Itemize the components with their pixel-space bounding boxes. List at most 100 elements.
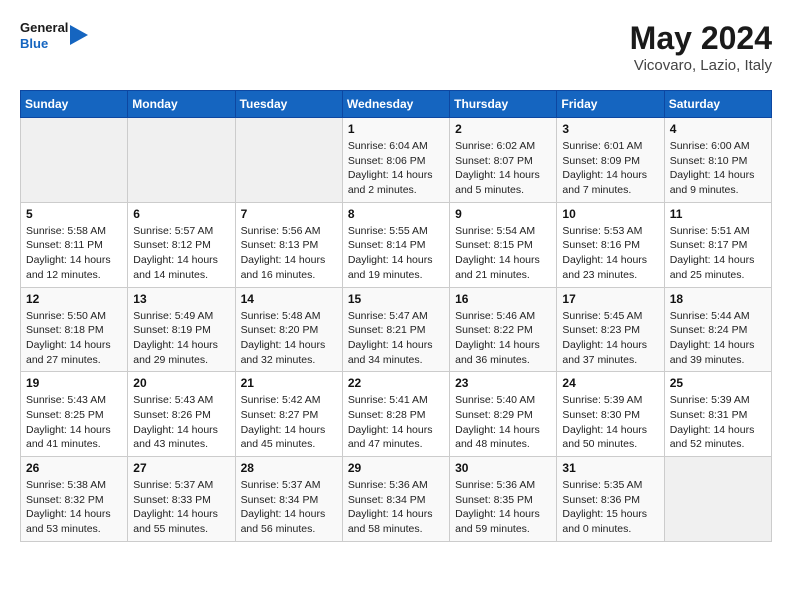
cell-info: Sunrise: 5:56 AMSunset: 8:13 PMDaylight:… — [241, 224, 337, 283]
calendar-cell: 8Sunrise: 5:55 AMSunset: 8:14 PMDaylight… — [342, 202, 449, 287]
calendar-cell: 24Sunrise: 5:39 AMSunset: 8:30 PMDayligh… — [557, 372, 664, 457]
cell-day-number: 19 — [26, 376, 122, 390]
calendar-cell — [235, 118, 342, 203]
calendar-cell: 13 Sunrise: 5:49 AMSunset: 8:19 PMDayligh… — [128, 287, 235, 372]
calendar-cell — [128, 118, 235, 203]
cell-info: Sunrise: 5:36 AMSunset: 8:34 PMDaylight:… — [348, 478, 444, 537]
cell-info: Sunrise: 5:50 AMSunset: 8:18 PMDaylight:… — [26, 309, 122, 368]
cell-info: Sunrise: 5:47 AMSunset: 8:21 PMDaylight:… — [348, 309, 444, 368]
title-block: May 2024 Vicovaro, Lazio, Italy — [630, 20, 772, 74]
cell-day-number: 7 — [241, 207, 337, 221]
cell-info: Sunrise: 5:57 AMSunset: 8:12 PMDaylight:… — [133, 224, 229, 283]
calendar-cell: 29 Sunrise: 5:36 AMSunset: 8:34 PMDayligh… — [342, 457, 449, 542]
calendar-table: SundayMondayTuesdayWednesdayThursdayFrid… — [20, 90, 772, 542]
cell-info: Sunrise: 5:42 AMSunset: 8:27 PMDaylight:… — [241, 393, 337, 452]
calendar-cell: 6 Sunrise: 5:57 AMSunset: 8:12 PMDaylight… — [128, 202, 235, 287]
cell-info: Sunrise: 5:41 AMSunset: 8:28 PMDaylight:… — [348, 393, 444, 452]
calendar-week-row: 26 Sunrise: 5:38 AMSunset: 8:32 PMDayligh… — [21, 457, 772, 542]
calendar-cell: 14Sunrise: 5:48 AMSunset: 8:20 PMDayligh… — [235, 287, 342, 372]
cell-info: Sunrise: 5:46 AMSunset: 8:22 PMDaylight:… — [455, 309, 551, 368]
cell-info: Sunrise: 5:58 AMSunset: 8:11 PMDaylight:… — [26, 224, 122, 283]
cell-info: Sunrise: 6:04 AMSunset: 8:06 PMDaylight:… — [348, 139, 444, 198]
cell-day-number: 25 — [670, 376, 766, 390]
calendar-week-row: 1Sunrise: 6:04 AMSunset: 8:06 PMDaylight… — [21, 118, 772, 203]
day-of-week-header: Tuesday — [235, 91, 342, 118]
cell-info: Sunrise: 6:02 AMSunset: 8:07 PMDaylight:… — [455, 139, 551, 198]
cell-info: Sunrise: 5:51 AMSunset: 8:17 PMDaylight:… — [670, 224, 766, 283]
cell-day-number: 4 — [670, 122, 766, 136]
cell-info: Sunrise: 5:45 AMSunset: 8:23 PMDaylight:… — [562, 309, 658, 368]
cell-day-number: 18 — [670, 292, 766, 306]
calendar-cell: 3 Sunrise: 6:01 AMSunset: 8:09 PMDaylight… — [557, 118, 664, 203]
cell-info: Sunrise: 5:38 AMSunset: 8:32 PMDaylight:… — [26, 478, 122, 537]
calendar-cell: 12 Sunrise: 5:50 AMSunset: 8:18 PMDayligh… — [21, 287, 128, 372]
cell-day-number: 26 — [26, 461, 122, 475]
calendar-cell: 28 Sunrise: 5:37 AMSunset: 8:34 PMDayligh… — [235, 457, 342, 542]
calendar-cell: 9 Sunrise: 5:54 AMSunset: 8:15 PMDaylight… — [450, 202, 557, 287]
cell-info: Sunrise: 5:43 AMSunset: 8:26 PMDaylight:… — [133, 393, 229, 452]
cell-day-number: 30 — [455, 461, 551, 475]
cell-day-number: 3 — [562, 122, 658, 136]
cell-info: Sunrise: 5:43 AMSunset: 8:25 PMDaylight:… — [26, 393, 122, 452]
calendar-body: 1Sunrise: 6:04 AMSunset: 8:06 PMDaylight… — [21, 118, 772, 542]
calendar-cell — [664, 457, 771, 542]
cell-day-number: 9 — [455, 207, 551, 221]
cell-day-number: 31 — [562, 461, 658, 475]
calendar-cell: 15Sunrise: 5:47 AMSunset: 8:21 PMDayligh… — [342, 287, 449, 372]
cell-info: Sunrise: 6:01 AMSunset: 8:09 PMDaylight:… — [562, 139, 658, 198]
cell-day-number: 11 — [670, 207, 766, 221]
cell-info: Sunrise: 5:55 AMSunset: 8:14 PMDaylight:… — [348, 224, 444, 283]
logo-line1: General — [20, 20, 68, 36]
cell-info: Sunrise: 5:39 AMSunset: 8:31 PMDaylight:… — [670, 393, 766, 452]
cell-day-number: 22 — [348, 376, 444, 390]
month-year-title: May 2024 — [630, 20, 772, 57]
day-of-week-header: Wednesday — [342, 91, 449, 118]
cell-info: Sunrise: 5:49 AMSunset: 8:19 PMDaylight:… — [133, 309, 229, 368]
calendar-cell: 31Sunrise: 5:35 AMSunset: 8:36 PMDayligh… — [557, 457, 664, 542]
cell-info: Sunrise: 5:37 AMSunset: 8:34 PMDaylight:… — [241, 478, 337, 537]
day-of-week-header: Friday — [557, 91, 664, 118]
cell-info: Sunrise: 5:37 AMSunset: 8:33 PMDaylight:… — [133, 478, 229, 537]
cell-day-number: 2 — [455, 122, 551, 136]
calendar-cell: 2 Sunrise: 6:02 AMSunset: 8:07 PMDaylight… — [450, 118, 557, 203]
calendar-cell: 10Sunrise: 5:53 AMSunset: 8:16 PMDayligh… — [557, 202, 664, 287]
day-of-week-header: Sunday — [21, 91, 128, 118]
calendar-cell — [21, 118, 128, 203]
cell-day-number: 13 — [133, 292, 229, 306]
cell-day-number: 28 — [241, 461, 337, 475]
calendar-week-row: 12 Sunrise: 5:50 AMSunset: 8:18 PMDayligh… — [21, 287, 772, 372]
cell-day-number: 20 — [133, 376, 229, 390]
logo-line2: Blue — [20, 36, 68, 52]
cell-day-number: 12 — [26, 292, 122, 306]
calendar-cell: 16Sunrise: 5:46 AMSunset: 8:22 PMDayligh… — [450, 287, 557, 372]
cell-info: Sunrise: 5:40 AMSunset: 8:29 PMDaylight:… — [455, 393, 551, 452]
page-header: General Blue May 2024 Vicovaro, Lazio, I… — [20, 20, 772, 74]
calendar-cell: 27Sunrise: 5:37 AMSunset: 8:33 PMDayligh… — [128, 457, 235, 542]
day-of-week-header: Monday — [128, 91, 235, 118]
cell-day-number: 17 — [562, 292, 658, 306]
cell-day-number: 6 — [133, 207, 229, 221]
day-of-week-header: Thursday — [450, 91, 557, 118]
cell-info: Sunrise: 5:39 AMSunset: 8:30 PMDaylight:… — [562, 393, 658, 452]
calendar-cell: 7 Sunrise: 5:56 AMSunset: 8:13 PMDaylight… — [235, 202, 342, 287]
calendar-cell: 23 Sunrise: 5:40 AMSunset: 8:29 PMDayligh… — [450, 372, 557, 457]
cell-info: Sunrise: 5:44 AMSunset: 8:24 PMDaylight:… — [670, 309, 766, 368]
calendar-cell: 20 Sunrise: 5:43 AMSunset: 8:26 PMDayligh… — [128, 372, 235, 457]
calendar-cell: 30Sunrise: 5:36 AMSunset: 8:35 PMDayligh… — [450, 457, 557, 542]
location-subtitle: Vicovaro, Lazio, Italy — [630, 57, 772, 74]
calendar-cell: 17 Sunrise: 5:45 AMSunset: 8:23 PMDayligh… — [557, 287, 664, 372]
calendar-cell: 1Sunrise: 6:04 AMSunset: 8:06 PMDaylight… — [342, 118, 449, 203]
cell-day-number: 23 — [455, 376, 551, 390]
logo-text: General Blue — [20, 20, 68, 51]
calendar-cell: 26 Sunrise: 5:38 AMSunset: 8:32 PMDayligh… — [21, 457, 128, 542]
calendar-cell: 21Sunrise: 5:42 AMSunset: 8:27 PMDayligh… — [235, 372, 342, 457]
calendar-cell: 4Sunrise: 6:00 AMSunset: 8:10 PMDaylight… — [664, 118, 771, 203]
day-of-week-header: Saturday — [664, 91, 771, 118]
cell-info: Sunrise: 5:53 AMSunset: 8:16 PMDaylight:… — [562, 224, 658, 283]
cell-day-number: 29 — [348, 461, 444, 475]
calendar-cell: 5Sunrise: 5:58 AMSunset: 8:11 PMDaylight… — [21, 202, 128, 287]
calendar-cell: 18 Sunrise: 5:44 AMSunset: 8:24 PMDayligh… — [664, 287, 771, 372]
cell-info: Sunrise: 5:54 AMSunset: 8:15 PMDaylight:… — [455, 224, 551, 283]
logo-arrow-icon — [70, 25, 88, 45]
calendar-cell: 11 Sunrise: 5:51 AMSunset: 8:17 PMDayligh… — [664, 202, 771, 287]
